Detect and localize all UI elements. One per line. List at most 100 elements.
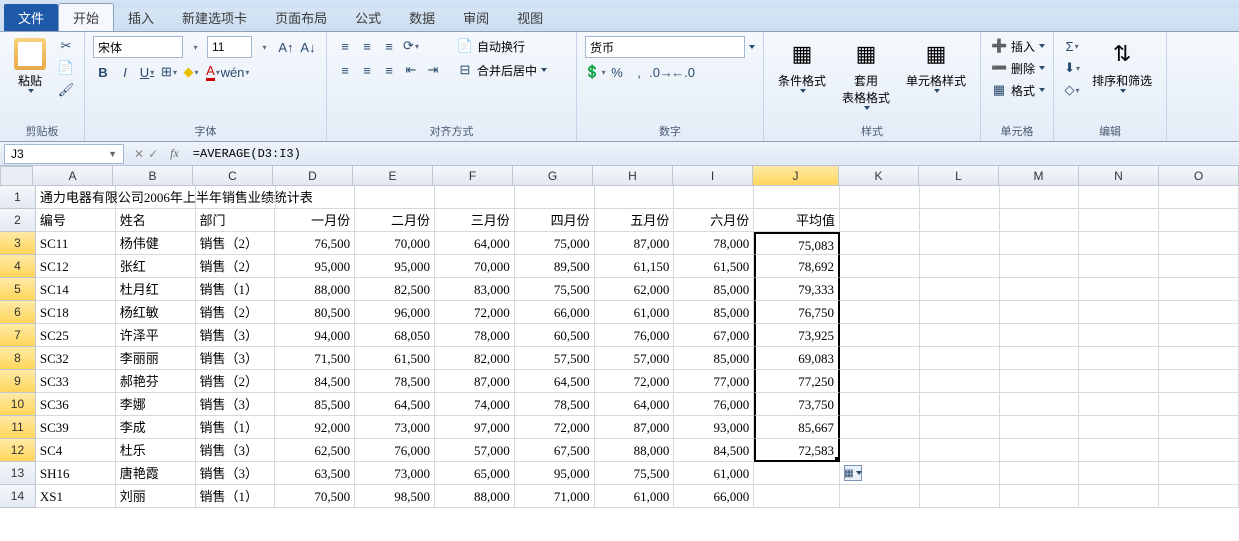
sort-filter-button[interactable]: ⇅排序和筛选 [1086,36,1158,95]
cell-E5[interactable]: 82,500 [355,278,435,301]
tab-data[interactable]: 数据 [395,4,449,31]
cell-C11[interactable]: 销售（1） [196,416,276,439]
underline-button[interactable]: U [137,62,157,82]
cell-D1[interactable] [276,186,356,209]
cell-O9[interactable] [1159,370,1239,393]
cell-A6[interactable]: SC18 [36,301,116,324]
cell-O3[interactable] [1159,232,1239,255]
row-header-5[interactable]: 5 [0,278,36,301]
decrease-font-button[interactable]: A↓ [298,37,318,57]
align-middle-button[interactable]: ≡ [357,36,377,56]
cell-H10[interactable]: 64,000 [595,393,675,416]
column-header-J[interactable]: J [753,166,839,186]
cell-L12[interactable] [920,439,1000,462]
cell-C10[interactable]: 销售（3） [196,393,276,416]
row-header-6[interactable]: 6 [0,301,36,324]
cell-G9[interactable]: 64,500 [515,370,595,393]
cell-D4[interactable]: 95,000 [275,255,355,278]
format-cells-button[interactable]: 格式 [1011,82,1035,99]
cell-I12[interactable]: 84,500 [674,439,754,462]
chevron-down-icon[interactable] [749,45,755,49]
cell-C13[interactable]: 销售（3） [196,462,276,485]
increase-decimal-button[interactable]: .0→ [651,62,671,82]
paste-button[interactable]: 粘贴 [8,36,52,95]
cell-D2[interactable]: 一月份 [275,209,355,232]
fill-color-button[interactable]: ◆ [181,62,201,82]
cell-B8[interactable]: 李丽丽 [116,347,196,370]
cell-I10[interactable]: 76,000 [674,393,754,416]
cell-F8[interactable]: 82,000 [435,347,515,370]
tab-review[interactable]: 审阅 [449,4,503,31]
cell-M2[interactable] [1000,209,1080,232]
tab-newtab[interactable]: 新建选项卡 [168,4,261,31]
cell-N14[interactable] [1079,485,1159,508]
align-top-button[interactable]: ≡ [335,36,355,56]
cell-G14[interactable]: 71,000 [515,485,595,508]
cell-H1[interactable] [595,186,675,209]
cell-L9[interactable] [920,370,1000,393]
cell-G7[interactable]: 60,500 [515,324,595,347]
cell-G4[interactable]: 89,500 [515,255,595,278]
cell-D6[interactable]: 80,500 [275,301,355,324]
cell-M12[interactable] [1000,439,1080,462]
cell-L11[interactable] [920,416,1000,439]
copy-button[interactable]: 📄 [56,58,76,78]
cell-H6[interactable]: 61,000 [595,301,675,324]
column-header-K[interactable]: K [839,166,919,186]
cell-N2[interactable] [1079,209,1159,232]
cell-E1[interactable] [355,186,435,209]
fill-button[interactable]: ⬇ [1062,58,1082,78]
cell-N4[interactable] [1079,255,1159,278]
phonetic-button[interactable]: wén [225,62,245,82]
cell-H4[interactable]: 61,150 [595,255,675,278]
cell-J11[interactable]: 85,667 [754,416,840,439]
row-header-13[interactable]: 13 [0,462,36,485]
tab-view[interactable]: 视图 [503,4,557,31]
fx-icon[interactable]: fx [164,146,185,161]
cell-K8[interactable] [840,347,920,370]
cell-O5[interactable] [1159,278,1239,301]
comma-button[interactable]: , [629,62,649,82]
row-header-14[interactable]: 14 [0,485,36,508]
cell-K11[interactable] [840,416,920,439]
cell-O11[interactable] [1159,416,1239,439]
cell-O12[interactable] [1159,439,1239,462]
cell-E2[interactable]: 二月份 [355,209,435,232]
cell-B13[interactable]: 唐艳霞 [116,462,196,485]
clear-button[interactable]: ◇ [1062,80,1082,100]
cell-F13[interactable]: 65,000 [435,462,515,485]
cell-E11[interactable]: 73,000 [355,416,435,439]
cell-B6[interactable]: 杨红敏 [116,301,196,324]
cell-L8[interactable] [920,347,1000,370]
row-header-2[interactable]: 2 [0,209,36,232]
chevron-down-icon[interactable] [1039,44,1045,48]
cell-A11[interactable]: SC39 [36,416,116,439]
cell-M11[interactable] [1000,416,1080,439]
delete-cells-button[interactable]: 删除 [1011,60,1035,77]
cell-N12[interactable] [1079,439,1159,462]
cell-N7[interactable] [1079,324,1159,347]
number-format-select[interactable] [585,36,745,58]
cell-H2[interactable]: 五月份 [595,209,675,232]
cell-I5[interactable]: 85,000 [674,278,754,301]
cell-I14[interactable]: 66,000 [674,485,754,508]
tab-file[interactable]: 文件 [4,4,58,31]
cell-I7[interactable]: 67,000 [674,324,754,347]
cell-M9[interactable] [1000,370,1080,393]
row-header-4[interactable]: 4 [0,255,36,278]
cell-A1[interactable]: 通力电器有限公司2006年上半年销售业绩统计表 [36,186,116,209]
cell-J7[interactable]: 73,925 [754,324,840,347]
column-header-N[interactable]: N [1079,166,1159,186]
cell-M4[interactable] [1000,255,1080,278]
column-header-L[interactable]: L [919,166,999,186]
cell-M6[interactable] [1000,301,1080,324]
cell-O1[interactable] [1159,186,1239,209]
row-header-12[interactable]: 12 [0,439,36,462]
column-header-D[interactable]: D [273,166,353,186]
cell-K2[interactable] [840,209,920,232]
cell-C2[interactable]: 部门 [196,209,276,232]
cell-N6[interactable] [1079,301,1159,324]
cell-O7[interactable] [1159,324,1239,347]
cell-K12[interactable] [840,439,920,462]
cell-F4[interactable]: 70,000 [435,255,515,278]
